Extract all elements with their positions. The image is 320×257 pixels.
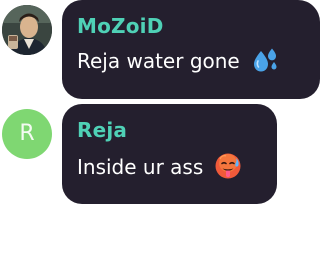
message-text: Inside ur ass xyxy=(77,155,204,179)
avatar-letter: R xyxy=(19,121,35,146)
sweat-droplets-icon xyxy=(250,48,280,80)
sender-name[interactable]: MoZoiD xyxy=(77,13,306,39)
hot-face-icon xyxy=(214,152,242,186)
message-bubble[interactable]: MoZoiD Reja water gone xyxy=(62,0,320,99)
avatar-reja[interactable]: R xyxy=(2,109,52,159)
message-text-wrap: Inside ur ass xyxy=(77,152,263,186)
message-text: Reja water gone xyxy=(77,49,240,73)
avatar-mozoid[interactable] xyxy=(2,5,52,55)
sender-name[interactable]: Reja xyxy=(77,117,263,143)
avatar-photo-icon xyxy=(2,5,52,55)
message-bubble[interactable]: Reja Inside ur ass xyxy=(62,104,277,204)
chat-log: MoZoiD Reja water gone R Reja Inside ur … xyxy=(0,0,320,257)
message-text-wrap: Reja water gone xyxy=(77,48,306,80)
